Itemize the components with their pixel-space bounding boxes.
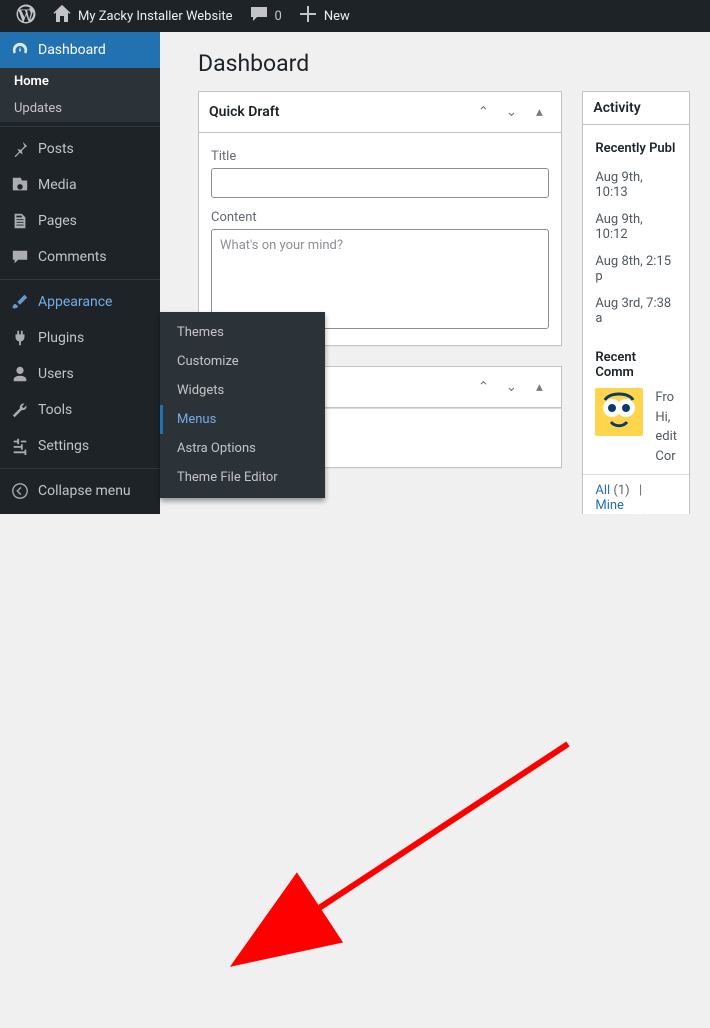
activity-row[interactable]: Aug 9th, 10:13: [595, 164, 677, 206]
move-down-button[interactable]: ⌄: [499, 100, 523, 124]
sidebar-label: Dashboard: [38, 42, 106, 58]
move-down-button[interactable]: ⌄: [499, 375, 523, 399]
sidebar-item-posts[interactable]: Posts: [0, 131, 160, 167]
recent-comments-heading: Recent Comm: [595, 346, 677, 388]
sidebar-item-plugins[interactable]: Plugins: [0, 320, 160, 356]
collapse-icon: [10, 481, 30, 501]
toggle-box-button[interactable]: ▴: [527, 100, 551, 124]
toggle-box-button[interactable]: ▴: [527, 375, 551, 399]
sidebar-label: Tools: [38, 402, 72, 418]
new-label: New: [324, 9, 350, 24]
sidebar-item-users[interactable]: Users: [0, 356, 160, 392]
comments-link[interactable]: 0: [241, 0, 290, 32]
wp-logo-menu[interactable]: [8, 0, 44, 32]
site-name: My Zacky Installer Website: [78, 9, 233, 24]
flyout-item-themes[interactable]: Themes: [160, 318, 325, 347]
chevron-up-icon: ⌃: [478, 104, 489, 120]
sidebar-item-settings[interactable]: Settings: [0, 428, 160, 464]
flyout-item-astra-options[interactable]: Astra Options: [160, 434, 325, 463]
brush-icon: [10, 292, 30, 312]
activity-row[interactable]: Aug 3rd, 7:38 a: [595, 290, 677, 332]
title-label: Title: [211, 149, 549, 164]
comment-icon: [249, 4, 269, 28]
comments-icon: [10, 247, 30, 267]
chevron-down-icon: ⌄: [506, 104, 517, 120]
pin-icon: [10, 139, 30, 159]
quick-draft-heading: Quick Draft: [209, 104, 279, 120]
sidebar-label: Plugins: [38, 330, 84, 346]
new-content-link[interactable]: New: [290, 0, 358, 32]
sidebar-label: Appearance: [38, 294, 112, 310]
activity-box: Activity Recently Publ Aug 9th, 10:13 Au…: [582, 91, 690, 514]
admin-sidebar: Dashboard Home Updates Posts Media Pages…: [0, 32, 160, 514]
wrench-icon: [10, 400, 30, 420]
move-up-button[interactable]: ⌃: [471, 100, 495, 124]
appearance-flyout: Themes Customize Widgets Menus Astra Opt…: [160, 312, 325, 498]
sliders-icon: [10, 436, 30, 456]
content-label: Content: [211, 210, 549, 225]
avatar: [595, 388, 643, 436]
flyout-item-theme-file-editor[interactable]: Theme File Editor: [160, 463, 325, 492]
sidebar-label: Users: [38, 366, 74, 382]
recent-comment-row[interactable]: Fro Hi, edit Cor: [595, 388, 677, 466]
sidebar-item-dashboard[interactable]: Dashboard: [0, 32, 160, 68]
sidebar-item-comments[interactable]: Comments: [0, 239, 160, 275]
media-icon: [10, 175, 30, 195]
collapse-label: Collapse menu: [38, 483, 131, 499]
collapse-menu-button[interactable]: Collapse menu: [0, 473, 160, 509]
chevron-down-icon: ⌄: [506, 379, 517, 395]
plug-icon: [10, 328, 30, 348]
activity-row[interactable]: Aug 8th, 2:15 p: [595, 248, 677, 290]
dashboard-icon: [10, 40, 30, 60]
wordpress-icon: [16, 4, 36, 28]
sidebar-item-updates[interactable]: Updates: [0, 95, 160, 122]
chevron-up-icon: ⌃: [478, 379, 489, 395]
sidebar-item-tools[interactable]: Tools: [0, 392, 160, 428]
flyout-item-widgets[interactable]: Widgets: [160, 376, 325, 405]
site-home-link[interactable]: My Zacky Installer Website: [44, 0, 241, 32]
sidebar-label: Media: [38, 177, 77, 193]
recently-published-heading: Recently Publ: [595, 137, 677, 164]
plus-icon: [298, 4, 318, 28]
comment-excerpt: Fro Hi, edit Cor: [655, 388, 677, 466]
sidebar-separator: [0, 122, 160, 127]
caret-up-icon: ▴: [536, 104, 543, 120]
sidebar-item-appearance[interactable]: Appearance: [0, 284, 160, 320]
activity-heading: Activity: [593, 100, 640, 116]
user-icon: [10, 364, 30, 384]
dashboard-submenu: Home Updates: [0, 68, 160, 122]
flyout-item-menus[interactable]: Menus: [160, 405, 325, 434]
sidebar-item-pages[interactable]: Pages: [0, 203, 160, 239]
home-icon: [52, 4, 72, 28]
move-up-button[interactable]: ⌃: [471, 375, 495, 399]
filter-mine-link[interactable]: Mine: [595, 498, 624, 513]
quick-draft-box: Quick Draft ⌃ ⌄ ▴ Title Content: [198, 91, 562, 346]
sidebar-label: Comments: [38, 249, 107, 265]
sidebar-item-media[interactable]: Media: [0, 167, 160, 203]
page-icon: [10, 211, 30, 231]
sidebar-label: Posts: [38, 141, 74, 157]
sidebar-label: Pages: [38, 213, 77, 229]
comment-filters: All (1) | Mine Trash (0): [583, 474, 689, 514]
draft-title-input[interactable]: [211, 168, 549, 198]
annotation-arrow: [0, 514, 710, 1028]
activity-row[interactable]: Aug 9th, 10:12: [595, 206, 677, 248]
page-title: Dashboard: [198, 50, 690, 77]
admin-toolbar: My Zacky Installer Website 0 New: [0, 0, 710, 32]
sidebar-item-home[interactable]: Home: [0, 68, 160, 95]
flyout-item-customize[interactable]: Customize: [160, 347, 325, 376]
filter-all-link[interactable]: All (1): [595, 483, 629, 498]
sidebar-separator: [0, 275, 160, 280]
caret-up-icon: ▴: [536, 379, 543, 395]
sidebar-label: Settings: [38, 438, 89, 454]
sidebar-separator: [0, 464, 160, 469]
comment-count: 0: [275, 9, 282, 24]
